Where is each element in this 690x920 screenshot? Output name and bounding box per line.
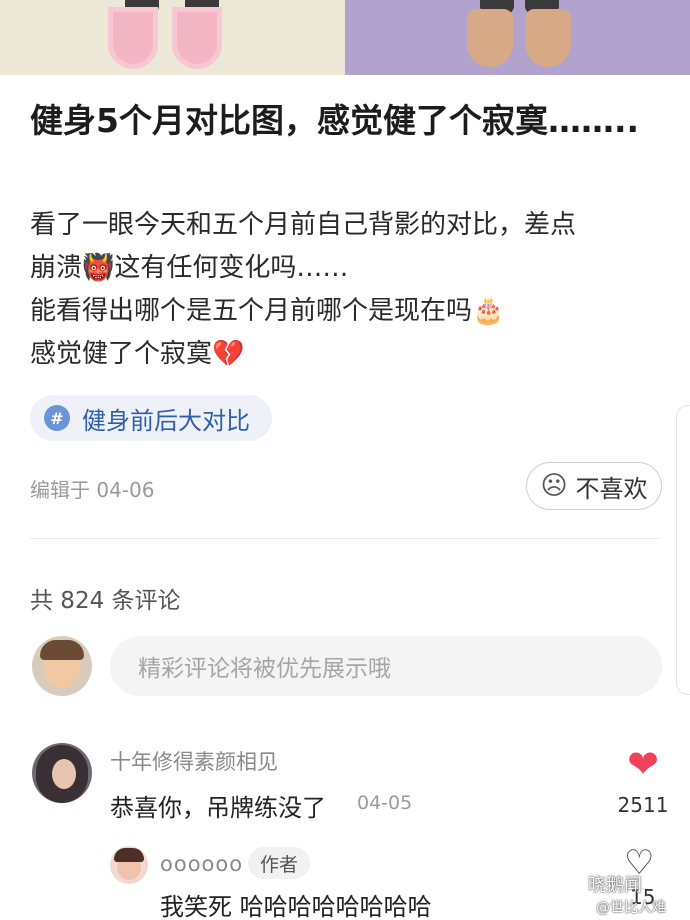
topic-tag[interactable]: # 健身前后大对比 bbox=[30, 395, 272, 441]
foot-left bbox=[467, 9, 513, 67]
post-image-strip[interactable] bbox=[0, 0, 690, 75]
post-body-line: 能看得出哪个是五个月前哪个是现在吗🎂 bbox=[30, 296, 505, 326]
foot-right bbox=[525, 9, 571, 67]
post-body-line: 崩溃👹这有任何变化吗…… bbox=[30, 253, 349, 283]
post-body-line: 看了一眼今天和五个月前自己背影的对比，差点 bbox=[30, 210, 577, 240]
post-image-before[interactable] bbox=[0, 0, 345, 75]
comment-input[interactable]: 精彩评论将被优先展示哦 bbox=[110, 636, 662, 696]
watermark-handle: @世比人难 bbox=[596, 900, 666, 916]
post-body-line: 感觉健了个寂寞💔 bbox=[30, 339, 245, 369]
sad-face-icon: ☹ bbox=[540, 471, 568, 501]
like-count: 2511 bbox=[617, 793, 669, 817]
comment-date: 04-05 bbox=[357, 792, 413, 814]
avatar-face bbox=[52, 759, 76, 789]
my-avatar[interactable] bbox=[32, 636, 92, 696]
comment-username[interactable]: 十年修得素颜相见 bbox=[110, 746, 278, 776]
hashtag-icon: # bbox=[44, 405, 70, 431]
avatar-hair bbox=[114, 848, 144, 862]
comment-like[interactable]: ❤ 2511 bbox=[616, 745, 670, 817]
post-title: 健身5个月对比图，感觉健了个寂寞…….. bbox=[30, 101, 640, 140]
comment-avatar[interactable] bbox=[32, 743, 92, 803]
author-badge: 作者 bbox=[248, 847, 311, 879]
avatar-hair bbox=[40, 640, 84, 660]
comment-text[interactable]: 恭喜你，吊牌练没了 bbox=[110, 788, 326, 823]
reply-text[interactable]: 我笑死 哈哈哈哈哈哈哈哈 bbox=[160, 887, 432, 920]
topic-tag-label: 健身前后大对比 bbox=[82, 406, 250, 435]
edit-date: 编辑于 04-06 bbox=[30, 478, 155, 502]
reply-username[interactable]: oooooo bbox=[160, 852, 243, 876]
slipper-left bbox=[108, 7, 158, 69]
reply-avatar[interactable] bbox=[110, 846, 148, 884]
divider bbox=[30, 538, 660, 539]
dislike-label: 不喜欢 bbox=[575, 474, 648, 503]
scroll-handle[interactable] bbox=[676, 405, 690, 695]
watermark-text: 晓鹅闻 bbox=[588, 875, 642, 896]
post-body: 看了一眼今天和五个月前自己背影的对比，差点 崩溃👹这有任何变化吗…… 能看得出哪… bbox=[30, 204, 670, 376]
comment-input-placeholder: 精彩评论将被优先展示哦 bbox=[138, 656, 391, 682]
post-image-after[interactable] bbox=[345, 0, 690, 75]
dislike-button[interactable]: ☹ 不喜欢 bbox=[526, 462, 662, 510]
slipper-right bbox=[172, 7, 222, 69]
comment-count: 共 824 条评论 bbox=[30, 588, 181, 614]
heart-filled-icon[interactable]: ❤ bbox=[616, 745, 670, 783]
